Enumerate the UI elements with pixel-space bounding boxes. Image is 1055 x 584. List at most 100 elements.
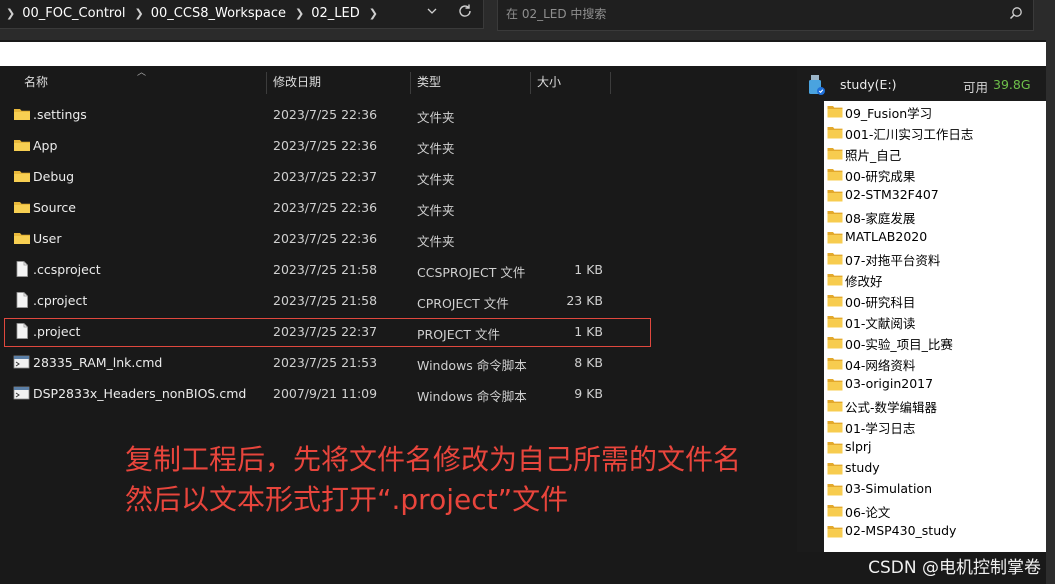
- folder-icon: [827, 483, 843, 496]
- folder-list-item[interactable]: 01-文献阅读: [824, 311, 1046, 332]
- cmd-script-icon: [13, 354, 31, 370]
- folder-icon: [827, 273, 843, 286]
- sort-ascending-icon: ︿: [137, 68, 147, 78]
- chevron-right-icon[interactable]: ❯: [6, 7, 15, 20]
- column-divider[interactable]: [410, 72, 411, 94]
- file-row[interactable]: Source 2023/7/25 22:36 文件夹: [0, 192, 797, 223]
- usb-drive-icon: [809, 75, 825, 95]
- search-icon[interactable]: [1009, 6, 1023, 20]
- file-type: CCSPROJECT 文件: [417, 265, 526, 280]
- folder-icon: [827, 168, 843, 181]
- folder-list-item[interactable]: slprj: [824, 437, 1046, 458]
- folder-label: study: [845, 460, 880, 475]
- breadcrumb-item[interactable]: 00_CCS8_Workspace: [151, 6, 286, 21]
- file-row[interactable]: DSP2833x_Headers_nonBIOS.cmd 2007/9/21 11…: [0, 378, 797, 409]
- address-bar[interactable]: ❯ 00_FOC_Control ❯ 00_CCS8_Workspace ❯ 0…: [0, 0, 484, 29]
- folder-list-item[interactable]: 07-对拖平台资料: [824, 248, 1046, 269]
- folder-list-item[interactable]: 照片_自己: [824, 143, 1046, 164]
- folder-icon: [827, 336, 843, 349]
- file-row[interactable]: .cproject 2023/7/25 21:58 CPROJECT 文件 23 KB: [0, 285, 797, 316]
- column-header-size[interactable]: 大小: [537, 68, 561, 96]
- file-size: 9 KB: [574, 386, 603, 401]
- folder-list-item[interactable]: 03-Simulation: [824, 479, 1046, 500]
- folder-list-item[interactable]: MATLAB2020: [824, 227, 1046, 248]
- file-date: 2023/7/25 21:53: [273, 355, 378, 370]
- file-row[interactable]: User 2023/7/25 22:36 文件夹: [0, 223, 797, 254]
- search-input[interactable]: [506, 7, 986, 21]
- folder-icon: [827, 210, 843, 223]
- folder-list: 09_Fusion学习 001-汇川实习工作日志 照片_自己 00-研究成果 02-ST…: [824, 101, 1046, 552]
- file-type: 文件夹: [417, 172, 455, 187]
- file-row[interactable]: 28335_RAM_lnk.cmd 2023/7/25 21:53 Windows …: [0, 347, 797, 378]
- file-date: 2023/7/25 22:36: [273, 138, 378, 153]
- cmd-script-icon: [13, 385, 31, 401]
- folder-list-item[interactable]: 09_Fusion学习: [824, 101, 1046, 122]
- column-header-type[interactable]: 类型: [417, 68, 441, 96]
- chevron-right-icon[interactable]: ❯: [135, 7, 144, 20]
- file-name: .ccsproject: [33, 262, 101, 277]
- file-row[interactable]: .ccsproject 2023/7/25 21:58 CCSPROJECT 文件 1…: [0, 254, 797, 285]
- refresh-button[interactable]: [457, 3, 475, 23]
- folder-list-item[interactable]: 00-研究科目: [824, 290, 1046, 311]
- folder-label: 001-汇川实习工作日志: [845, 127, 974, 142]
- chevron-right-icon[interactable]: ❯: [369, 7, 378, 20]
- folder-label: MATLAB2020: [845, 229, 928, 244]
- file-name: .cproject: [33, 293, 88, 308]
- folder-list-item[interactable]: 02-MSP430_study: [824, 521, 1046, 542]
- folder-icon: [827, 462, 843, 475]
- file-name: DSP2833x_Headers_nonBIOS.cmd: [33, 386, 247, 401]
- folder-label: 03-Simulation: [845, 481, 932, 496]
- folder-icon: [827, 231, 843, 244]
- file-date: 2023/7/25 22:36: [273, 231, 378, 246]
- folder-list-item[interactable]: 00-研究成果: [824, 164, 1046, 185]
- file-row[interactable]: Debug 2023/7/25 22:37 文件夹: [0, 161, 797, 192]
- folder-list-item[interactable]: 修改好: [824, 269, 1046, 290]
- folder-list-item[interactable]: 00-实验_项目_比赛: [824, 332, 1046, 353]
- column-header-date[interactable]: 修改日期: [273, 68, 321, 96]
- folder-list-item[interactable]: 03-origin2017: [824, 374, 1046, 395]
- chevron-down-icon: [427, 8, 437, 14]
- folder-label: slprj: [845, 439, 872, 454]
- highlight-box: [4, 318, 651, 347]
- column-divider[interactable]: [530, 72, 531, 94]
- folder-list-item[interactable]: 04-网络资料: [824, 353, 1046, 374]
- drive-header[interactable]: study(E:) 可用 39.8G: [797, 68, 1046, 100]
- folder-label: 03-origin2017: [845, 376, 934, 391]
- folder-list-item[interactable]: 08-家庭发展: [824, 206, 1046, 227]
- folder-label: 02-MSP430_study: [845, 523, 957, 538]
- file-list-pane: 名称 ︿ 修改日期 类型 大小 .settings 2023/7/25 22:36…: [0, 68, 797, 552]
- folder-icon: [13, 199, 31, 215]
- folder-label: 公式-数学编辑器: [845, 400, 938, 415]
- folder-list-item[interactable]: 01-学习日志: [824, 416, 1046, 437]
- breadcrumb-item[interactable]: 02_LED: [311, 6, 360, 21]
- folder-list-item[interactable]: 公式-数学编辑器: [824, 395, 1046, 416]
- folder-icon: [827, 252, 843, 265]
- chevron-right-icon[interactable]: ❯: [295, 7, 304, 20]
- column-divider[interactable]: [266, 72, 267, 94]
- file-row[interactable]: .settings 2023/7/25 22:36 文件夹: [0, 99, 797, 130]
- search-box[interactable]: [497, 0, 1034, 31]
- file-type: Windows 命令脚本: [417, 389, 527, 404]
- file-name: .settings: [33, 107, 87, 122]
- folder-list-item[interactable]: 02-STM32F407: [824, 185, 1046, 206]
- breadcrumb-item[interactable]: 00_FOC_Control: [22, 6, 125, 21]
- toolbar-strip: [0, 42, 1046, 66]
- folder-list-item[interactable]: 06-论文: [824, 500, 1046, 521]
- file-row[interactable]: App 2023/7/25 22:36 文件夹: [0, 130, 797, 161]
- folder-label: 01-文献阅读: [845, 316, 916, 331]
- folder-label: 08-家庭发展: [845, 211, 916, 226]
- column-header-name[interactable]: 名称: [24, 68, 48, 96]
- folder-label: 照片_自己: [845, 148, 902, 163]
- folder-label: 00-研究成果: [845, 169, 916, 184]
- folder-icon: [827, 420, 843, 433]
- folder-icon: [827, 126, 843, 139]
- file-size: 1 KB: [574, 262, 603, 277]
- address-history-dropdown-button[interactable]: [426, 5, 440, 21]
- folder-icon: [827, 357, 843, 370]
- column-divider[interactable]: [610, 72, 611, 94]
- folder-label: 07-对拖平台资料: [845, 253, 941, 268]
- folder-list-item[interactable]: 001-汇川实习工作日志: [824, 122, 1046, 143]
- drive-free-value: 39.8G: [993, 77, 1031, 92]
- folder-list-item[interactable]: study: [824, 458, 1046, 479]
- annotation-text: 复制工程后，先将文件名修改为自己所需的文件名 然后以文本形式打开“.projec…: [125, 440, 741, 520]
